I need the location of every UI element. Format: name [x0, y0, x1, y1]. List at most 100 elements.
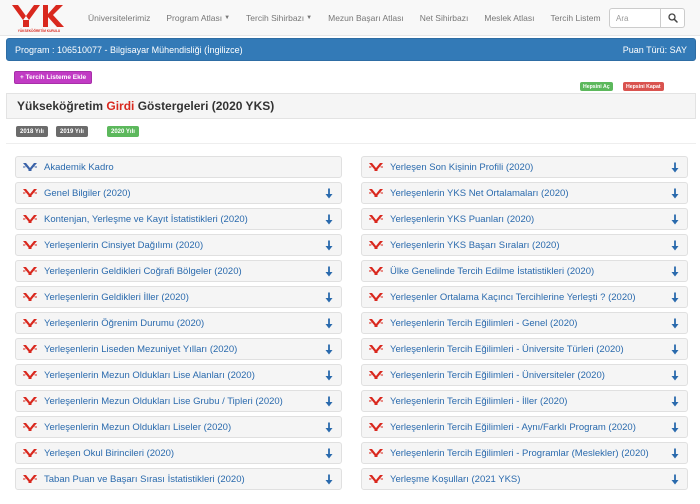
indicator-item[interactable]: Yerleşenlerin YKS Puanları (2020): [361, 208, 688, 230]
indicator-label: Genel Bilgiler (2020): [44, 187, 131, 199]
program-label: Program : 106510077 - Bilgisayar Mühendi…: [15, 44, 243, 55]
arrow-down-icon[interactable]: [325, 474, 333, 485]
year-tab-2018[interactable]: 2018 Yılı: [16, 126, 48, 137]
indicator-item[interactable]: Yerleşenlerin Tercih Eğilimleri - İller …: [361, 390, 688, 412]
indicator-item[interactable]: Yerleşenlerin Tercih Eğilimleri - Üniver…: [361, 338, 688, 360]
indicator-item[interactable]: Yerleşenlerin Tercih Eğilimleri - Aynı/F…: [361, 416, 688, 438]
nav-item-label: Tercih Listem: [550, 13, 601, 23]
divider: [6, 143, 696, 144]
collapse-all-button[interactable]: Hepsini Kapat: [623, 82, 664, 91]
arrow-down-icon[interactable]: [325, 240, 333, 251]
nav-item-label: Tercih Sihirbazı: [246, 13, 305, 23]
yok-logo[interactable]: YÜKSEKÖĞRETİM KURULU: [10, 3, 68, 33]
arrow-down-icon[interactable]: [671, 240, 679, 251]
yok-logo-icon: [23, 475, 37, 483]
indicator-item[interactable]: Yerleşenlerin Tercih Eğilimleri - Progra…: [361, 442, 688, 464]
indicator-item[interactable]: Taban Puan ve Başarı Sırası İstatistikle…: [15, 468, 342, 490]
main-nav: Üniversitelerimiz Program Atlası ▼ Tercih S…: [80, 0, 609, 36]
arrow-down-icon[interactable]: [671, 266, 679, 277]
search-form: [609, 8, 685, 28]
indicator-item[interactable]: Yerleşenlerin Geldikleri Coğrafi Bölgele…: [15, 260, 342, 282]
nav-item-3[interactable]: Mezun Başarı Atlası: [320, 13, 412, 23]
arrow-down-icon[interactable]: [325, 344, 333, 355]
caret-down-icon: ▼: [306, 15, 313, 21]
indicator-label: Akademik Kadro: [44, 161, 114, 173]
indicator-label: Yerleşenlerin Liseden Mezuniyet Yılları …: [44, 343, 238, 355]
yok-logo-icon: [23, 345, 37, 353]
arrow-down-icon[interactable]: [671, 292, 679, 303]
arrow-down-icon[interactable]: [325, 266, 333, 277]
indicator-item[interactable]: Yerleşenlerin Mezun Oldukları Liseler (2…: [15, 416, 342, 438]
yok-logo-icon: [23, 293, 37, 301]
indicator-item[interactable]: Kontenjan, Yerleşme ve Kayıt İstatistikl…: [15, 208, 342, 230]
indicator-label: Taban Puan ve Başarı Sırası İstatistikle…: [44, 473, 245, 485]
arrow-down-icon[interactable]: [671, 370, 679, 381]
arrow-down-icon[interactable]: [671, 188, 679, 199]
arrow-down-icon[interactable]: [671, 422, 679, 433]
indicator-item[interactable]: Yerleşenlerin Öğrenim Durumu (2020): [15, 312, 342, 334]
indicator-item[interactable]: Akademik Kadro: [15, 156, 342, 178]
indicator-label: Yerleşenlerin YKS Başarı Sıraları (2020): [390, 239, 560, 251]
nav-item-5[interactable]: Meslek Atlası: [476, 13, 542, 23]
indicator-label: Yerleşen Okul Birincileri (2020): [44, 447, 175, 459]
indicator-label: Yerleşenlerin YKS Puanları (2020): [390, 213, 535, 225]
nav-item-4[interactable]: Net Sihirbazı: [412, 13, 477, 23]
search-icon: [667, 13, 678, 23]
expand-all-button[interactable]: Hepsini Aç: [580, 82, 613, 91]
nav-item-1[interactable]: Program Atlası ▼: [158, 13, 238, 23]
title-highlight: Girdi: [106, 99, 135, 113]
navbar: YÜKSEKÖĞRETİM KURULU Üniversitelerimiz Pr…: [0, 0, 700, 36]
arrow-down-icon[interactable]: [325, 422, 333, 433]
indicator-item[interactable]: Ülke Genelinde Tercih Edilme İstatistikl…: [361, 260, 688, 282]
title-prefix: Yükseköğretim: [17, 99, 107, 113]
yok-logo-icon: [369, 215, 383, 223]
indicator-label: Kontenjan, Yerleşme ve Kayıt İstatistikl…: [44, 213, 248, 225]
nav-item-label: Meslek Atlası: [484, 13, 535, 23]
nav-item-label: Üniversitelerimiz: [88, 13, 151, 23]
yok-logo-icon: [369, 449, 383, 457]
indicator-item[interactable]: Yerleşenlerin Liseden Mezuniyet Yılları …: [15, 338, 342, 360]
indicator-item[interactable]: Yerleşenlerin Mezun Oldukları Lise Grubu…: [15, 390, 342, 412]
arrow-down-icon[interactable]: [325, 292, 333, 303]
indicator-item[interactable]: Yerleşenlerin Mezun Oldukları Lise Alanl…: [15, 364, 342, 386]
nav-item-0[interactable]: Üniversitelerimiz: [80, 13, 158, 23]
arrow-down-icon[interactable]: [325, 370, 333, 381]
yok-logo-icon: [23, 189, 37, 197]
indicator-item[interactable]: Yerleşenler Ortalama Kaçıncı Tercihlerin…: [361, 286, 688, 308]
arrow-down-icon[interactable]: [671, 396, 679, 407]
search-input[interactable]: [609, 8, 661, 28]
indicator-label: Yerleşme Koşulları (2021 YKS): [390, 473, 521, 485]
yok-logo-icon: [369, 163, 383, 171]
indicator-item[interactable]: Yerleşenlerin Cinsiyet Dağılımı (2020): [15, 234, 342, 256]
arrow-down-icon[interactable]: [325, 214, 333, 225]
yok-logo-icon: [369, 267, 383, 275]
indicator-item[interactable]: Yerleşenlerin Tercih Eğilimleri - Genel …: [361, 312, 688, 334]
yok-logo-icon: [369, 397, 383, 405]
indicator-item[interactable]: Yerleşme Koşulları (2021 YKS): [361, 468, 688, 490]
year-tab-2020[interactable]: 2020 Yılı: [107, 126, 139, 137]
arrow-down-icon[interactable]: [671, 214, 679, 225]
yok-logo-icon: [369, 293, 383, 301]
arrow-down-icon[interactable]: [671, 318, 679, 329]
indicator-item[interactable]: Yerleşenlerin YKS Başarı Sıraları (2020): [361, 234, 688, 256]
arrow-down-icon[interactable]: [325, 396, 333, 407]
arrow-down-icon[interactable]: [325, 448, 333, 459]
indicator-item[interactable]: Yerleşenlerin Tercih Eğilimleri - Üniver…: [361, 364, 688, 386]
arrow-down-icon[interactable]: [671, 162, 679, 173]
year-tab-2019[interactable]: 2019 Yılı: [56, 126, 88, 137]
indicator-item[interactable]: Genel Bilgiler (2020): [15, 182, 342, 204]
arrow-down-icon[interactable]: [671, 474, 679, 485]
nav-item-2[interactable]: Tercih Sihirbazı ▼: [238, 13, 320, 23]
arrow-down-icon[interactable]: [671, 344, 679, 355]
indicator-item[interactable]: Yerleşen Son Kişinin Profili (2020): [361, 156, 688, 178]
indicator-item[interactable]: Yerleşenlerin Geldikleri İller (2020): [15, 286, 342, 308]
arrow-down-icon[interactable]: [325, 318, 333, 329]
yok-logo-icon: [369, 241, 383, 249]
add-to-list-button[interactable]: + Tercih Listeme Ekle: [14, 71, 93, 84]
nav-item-6[interactable]: Tercih Listem: [542, 13, 608, 23]
arrow-down-icon[interactable]: [325, 188, 333, 199]
search-button[interactable]: [661, 8, 685, 28]
indicator-item[interactable]: Yerleşen Okul Birincileri (2020): [15, 442, 342, 464]
arrow-down-icon[interactable]: [671, 448, 679, 459]
indicator-item[interactable]: Yerleşenlerin YKS Net Ortalamaları (2020…: [361, 182, 688, 204]
